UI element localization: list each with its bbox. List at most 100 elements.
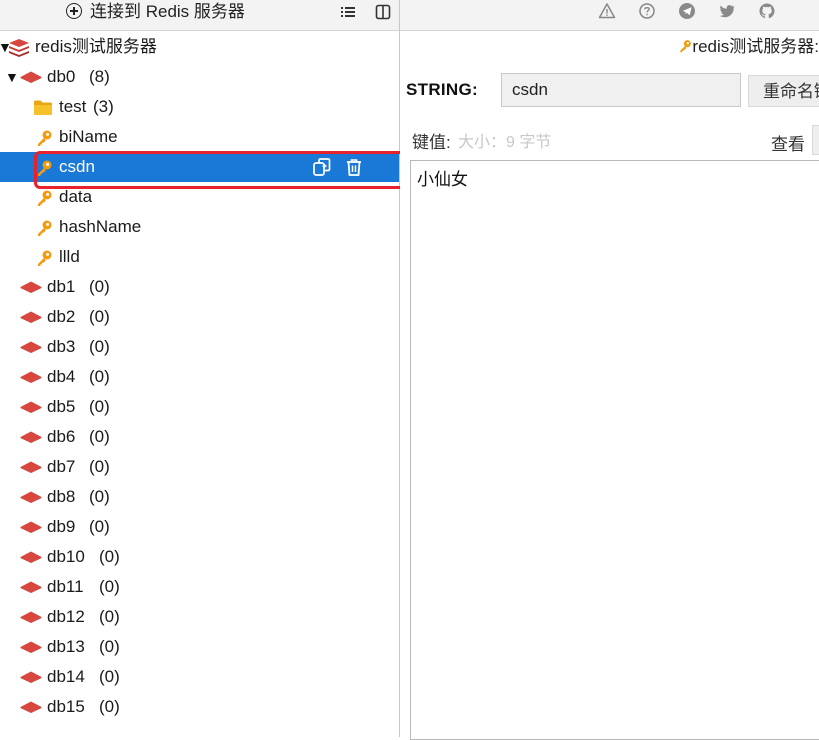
db-name: db14 — [47, 667, 85, 686]
value-size-info: 大小：9 字节 — [458, 134, 552, 151]
tree-key-row[interactable]: biName — [0, 122, 399, 152]
db-name: db6 — [47, 427, 76, 446]
telegram-icon[interactable] — [678, 2, 696, 20]
db-name: db4 — [47, 367, 76, 386]
github-icon[interactable] — [758, 2, 776, 20]
tree-key-row[interactable]: csdn — [0, 152, 399, 182]
trash-icon[interactable] — [344, 157, 364, 177]
help-icon[interactable] — [638, 2, 656, 20]
folder-name: test — [59, 97, 87, 116]
tree-key-row[interactable]: hashName — [0, 212, 399, 242]
db-name: db11 — [47, 577, 84, 596]
tree-db-row[interactable]: db2 (0) — [0, 302, 399, 332]
rename-key-button[interactable]: 重命名键 — [748, 75, 819, 107]
db-count: (0) — [99, 607, 120, 626]
database-icon — [20, 431, 42, 443]
database-icon — [20, 311, 42, 323]
db-name: db10 — [47, 547, 85, 566]
db-name: db3 — [47, 337, 76, 356]
db-name: db2 — [47, 307, 76, 326]
tree-db-row[interactable]: db12 (0) — [0, 602, 399, 632]
tree-db-row[interactable]: db10 (0) — [0, 542, 399, 572]
copy-icon[interactable] — [312, 157, 332, 177]
tree-db-row[interactable]: db4 (0) — [0, 362, 399, 392]
db-name: db13 — [47, 637, 85, 656]
tree-db-row[interactable]: db9 (0) — [0, 512, 399, 542]
tree-db0-row[interactable]: ▼ db0 (8) — [0, 62, 399, 92]
database-icon — [20, 71, 42, 83]
database-icon — [20, 641, 42, 653]
tree-key-row[interactable]: data — [0, 182, 399, 212]
tree-db-row[interactable]: db11 (0) — [0, 572, 399, 602]
connection-tree-pane: 连接到 Redis 服务器 ▼ redis测试服务器 ▼ db0 (8) tes… — [0, 0, 540, 737]
key-icon — [38, 160, 52, 176]
warning-icon[interactable] — [598, 2, 616, 20]
db-name: db1 — [47, 277, 76, 296]
split-view-icon[interactable] — [374, 3, 392, 21]
tab-title-text: redis测试服务器: — [692, 37, 819, 56]
database-icon — [20, 281, 42, 293]
tree-server-row[interactable]: ▼ redis测试服务器 — [0, 32, 399, 62]
database-icon — [20, 461, 42, 473]
db-count: (0) — [89, 457, 110, 476]
redis-server-icon — [9, 39, 29, 57]
database-icon — [20, 521, 42, 533]
view-mode-label: 查看 — [771, 135, 805, 154]
tree-db-row[interactable]: db7 (0) — [0, 452, 399, 482]
twitter-icon[interactable] — [718, 2, 736, 20]
key-name: csdn — [59, 157, 95, 176]
key-icon — [38, 250, 52, 266]
server-name: redis测试服务器 — [35, 37, 157, 56]
tree-db-row[interactable]: db15 (0) — [0, 692, 399, 722]
db-count: (0) — [99, 667, 120, 686]
db-name: db12 — [47, 607, 85, 626]
key-type-label: STRING: — [406, 80, 478, 99]
db-count: (0) — [89, 427, 110, 446]
view-mode-select[interactable] — [812, 125, 819, 155]
db-count: (0) — [99, 637, 120, 656]
tree-db-row[interactable]: db6 (0) — [0, 422, 399, 452]
key-detail-pane: redis测试服务器: STRING: 重命名键 键值: 大小：9 字节 查看 … — [400, 0, 819, 740]
tree-db-row[interactable]: db1 (0) — [0, 272, 399, 302]
key-icon — [38, 190, 52, 206]
list-icon[interactable] — [339, 3, 357, 21]
db-count: (0) — [89, 367, 110, 386]
key-name: llld — [59, 247, 80, 266]
key-tab-title[interactable]: redis测试服务器: — [678, 34, 819, 60]
db-count: (0) — [89, 277, 110, 296]
folder-count: (3) — [93, 97, 114, 116]
database-icon — [20, 371, 42, 383]
tree-db-row[interactable]: db14 (0) — [0, 662, 399, 692]
key-name-input[interactable] — [501, 73, 741, 107]
tree-db-row[interactable]: db13 (0) — [0, 632, 399, 662]
tree-db-row[interactable]: db8 (0) — [0, 482, 399, 512]
tree-db-row[interactable]: db5 (0) — [0, 392, 399, 422]
key-icon — [680, 40, 692, 53]
database-icon — [20, 611, 42, 623]
db-count: (0) — [99, 697, 120, 716]
database-icon — [20, 341, 42, 353]
db-count: (0) — [99, 577, 120, 596]
db-name: db5 — [47, 397, 76, 416]
database-icon — [20, 401, 42, 413]
db-name: db7 — [47, 457, 76, 476]
database-icon — [20, 581, 42, 593]
db-count: (8) — [89, 67, 110, 86]
db-name: db8 — [47, 487, 76, 506]
database-icon — [20, 701, 42, 713]
tree-folder-row[interactable]: test (3) — [0, 92, 399, 122]
db-count: (0) — [89, 307, 110, 326]
connect-server-button[interactable]: 连接到 Redis 服务器 — [66, 0, 245, 24]
db-count: (0) — [89, 487, 110, 506]
value-editor[interactable]: 小仙女 — [410, 160, 819, 740]
connect-server-label: 连接到 Redis 服务器 — [90, 2, 245, 21]
db-count: (0) — [89, 337, 110, 356]
tree-db-row[interactable]: db3 (0) — [0, 332, 399, 362]
right-toolbar — [400, 0, 819, 31]
value-label: 键值: — [412, 133, 451, 152]
database-icon — [20, 671, 42, 683]
database-icon — [20, 551, 42, 563]
left-toolbar: 连接到 Redis 服务器 — [0, 0, 399, 31]
tree-key-row[interactable]: llld — [0, 242, 399, 272]
expand-caret-icon[interactable]: ▼ — [5, 62, 19, 92]
